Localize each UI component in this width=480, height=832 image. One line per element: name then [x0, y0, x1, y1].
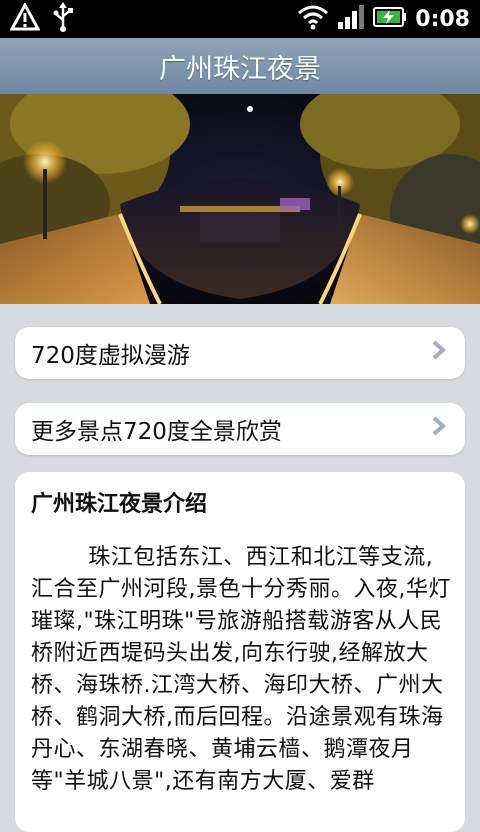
- status-bar: 0:08: [0, 0, 480, 38]
- intro-card: 广州珠江夜景介绍 珠江包括东江、西江和北江等支流,汇合至广州河段,景色十分秀丽。…: [15, 472, 465, 832]
- title-bar: 广州珠江夜景: [0, 38, 480, 95]
- chevron-right-icon: [427, 339, 449, 367]
- virtual-tour-720-button[interactable]: 720度虚拟漫游: [15, 327, 465, 379]
- menu-item-label: 更多景点720度全景欣赏: [31, 419, 282, 445]
- more-panoramas-button[interactable]: 更多景点720度全景欣赏: [15, 403, 465, 455]
- intro-body-text: 珠江包括东江、西江和北江等支流,汇合至广州河段,景色十分秀丽。入夜,华灯璀璨,"…: [31, 545, 451, 794]
- hero-panorama-image[interactable]: [0, 94, 480, 304]
- wifi-icon: [297, 4, 329, 34]
- warning-icon: [9, 1, 41, 35]
- usb-icon: [52, 2, 74, 36]
- intro-title: 广州珠江夜景介绍: [31, 492, 208, 517]
- battery-charging-icon: [373, 6, 407, 32]
- page-title: 广州珠江夜景: [159, 53, 321, 85]
- chevron-right-icon: [427, 415, 449, 443]
- menu-item-label: 720度虚拟漫游: [31, 343, 190, 369]
- clock: 0:08: [415, 6, 470, 32]
- signal-icon: [337, 4, 365, 34]
